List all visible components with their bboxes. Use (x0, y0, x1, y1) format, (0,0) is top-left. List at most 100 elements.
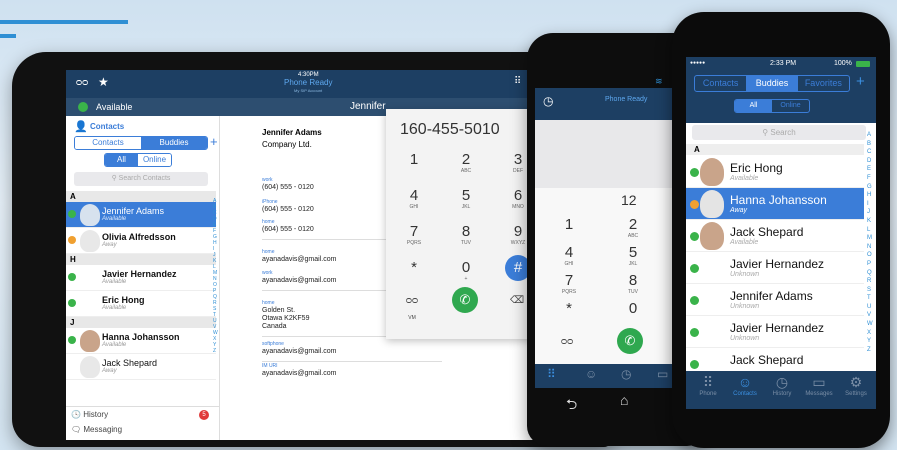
field-value[interactable]: Otawa K2KF59 (262, 315, 309, 322)
field-value[interactable]: (604) 555 - 0120 (262, 184, 314, 191)
alphabet-letter[interactable]: Y (867, 337, 873, 346)
alphabet-letter[interactable]: Z (867, 346, 873, 355)
contact-row[interactable]: Javier Hernandez Available (66, 265, 216, 291)
alphabet-letter[interactable]: D (867, 157, 873, 166)
messages-tab[interactable]: ▭ Messages (801, 373, 837, 397)
contact-row[interactable]: Jack Shepard Away (66, 354, 216, 380)
dial-key[interactable]: 1 (549, 216, 589, 233)
alphabet-letter[interactable]: G (867, 183, 873, 192)
contact-row[interactable]: Jack Shepard Available (686, 220, 864, 252)
alphabet-letter[interactable]: T (867, 294, 873, 303)
contacts-buddies-toggle[interactable]: Contacts Buddies (74, 136, 208, 150)
contact-row-selected[interactable]: Hanna Johansson Away (686, 188, 864, 220)
call-button[interactable]: ✆ (452, 287, 478, 313)
back-icon[interactable]: ⮌ (566, 394, 577, 418)
alphabet-letter[interactable]: A (867, 131, 873, 140)
dial-key[interactable]: 8 TUV (446, 223, 486, 246)
alphabet-letter[interactable]: S (867, 286, 873, 295)
dial-key[interactable]: 5 JKL (613, 244, 653, 267)
filter-all[interactable]: All (105, 154, 138, 166)
field-value[interactable]: Golden St. (262, 307, 295, 314)
alphabet-letter[interactable]: X (867, 329, 873, 338)
contact-row[interactable]: Javier Hernandez Unknown (686, 252, 864, 284)
dial-key[interactable]: 5 JKL (446, 187, 486, 210)
dial-key[interactable]: 7 PQRS (549, 272, 589, 295)
add-contact-icon[interactable]: + (856, 73, 865, 90)
alphabet-letter[interactable]: N (867, 243, 873, 252)
contact-row[interactable]: Olivia Alfredsson Away (66, 228, 216, 254)
dialpad-grid-icon[interactable]: ⠿ (514, 76, 521, 87)
tab-dialpad-icon[interactable]: ⠿ (547, 367, 556, 381)
add-contact-icon[interactable]: + (210, 134, 218, 149)
history-tab[interactable]: ◷ History (764, 373, 800, 397)
alphabet-letter[interactable]: E (867, 165, 873, 174)
dial-key[interactable]: 1 (394, 151, 434, 168)
all-online-filter[interactable]: All Online (104, 153, 172, 167)
tab-contacts[interactable]: Contacts (695, 76, 746, 91)
dial-key[interactable]: 7 PQRS (394, 223, 434, 246)
settings-tab[interactable]: ⚙ Settings (838, 373, 874, 397)
voicemail-button[interactable]: ᴑᴑ VM (394, 295, 430, 324)
alphabet-letter[interactable]: P (867, 260, 873, 269)
filter-online[interactable]: Online (138, 154, 171, 166)
dial-key[interactable]: 2 ABC (613, 216, 653, 239)
dial-key[interactable]: * (549, 300, 589, 317)
search-contacts-field[interactable]: ⚲ Search Contacts (74, 172, 208, 186)
dial-key[interactable]: 8 TUV (613, 272, 653, 295)
alphabet-letter[interactable]: J (867, 208, 873, 217)
alphabet-index[interactable]: ABCDEFGHIJKLMNOPQRSTUVWXYZ (213, 198, 218, 354)
iphone-search-field[interactable]: ⚲ Search (692, 125, 866, 140)
field-value[interactable]: ayanadavis@gmail.com (262, 348, 336, 355)
phone-tab[interactable]: ⠿ Phone (690, 373, 726, 397)
tab-messages-icon[interactable]: ▭ (657, 367, 668, 381)
field-value[interactable]: (604) 555 - 0120 (262, 206, 314, 213)
alphabet-letter[interactable]: V (867, 311, 873, 320)
home-icon[interactable]: ⌂ (620, 392, 628, 408)
dial-key[interactable]: 4 GHI (549, 244, 589, 267)
alphabet-letter[interactable]: U (867, 303, 873, 312)
voicemail-icon[interactable]: ᴑᴑ (76, 77, 88, 88)
android-call-button[interactable]: ✆ (617, 328, 643, 354)
voicemail-icon[interactable]: ᴑᴑ (561, 336, 573, 347)
alphabet-letter[interactable]: L (867, 226, 873, 235)
alphabet-letter[interactable]: Z (213, 348, 218, 354)
field-value[interactable]: ayanadavis@gmail.com (262, 370, 336, 377)
tab-contacts-icon[interactable]: ☺ (585, 367, 597, 381)
alphabet-letter[interactable]: F (867, 174, 873, 183)
alphabet-letter[interactable]: I (867, 200, 873, 209)
contact-row[interactable]: Eric Hong Available (686, 156, 864, 188)
alphabet-letter[interactable]: K (867, 217, 873, 226)
field-value[interactable]: ayanadavis@gmail.com (262, 277, 336, 284)
iphone-filter[interactable]: All Online (734, 99, 810, 113)
tab-buddies[interactable]: Buddies (746, 76, 798, 91)
star-icon[interactable]: ★ (98, 75, 109, 89)
backspace-icon[interactable]: ⌫ (510, 295, 524, 306)
alphabet-index[interactable]: ABCDEFGHIJKLMNOPQRSTUVWXYZ (867, 131, 873, 354)
messaging-nav-item[interactable]: 🗨 Messaging (66, 422, 219, 438)
dial-key[interactable]: 0 (613, 300, 653, 317)
contact-row[interactable]: Jennifer Adams Unknown (686, 284, 864, 316)
alphabet-letter[interactable]: H (867, 191, 873, 200)
filter-online[interactable]: Online (772, 100, 809, 112)
contacts-tab[interactable]: ☺ Contacts (727, 373, 763, 397)
tab-history-icon[interactable]: ◷ (621, 367, 631, 381)
iphone-contacts-tabs[interactable]: Contacts Buddies Favorites (694, 75, 850, 92)
contact-row[interactable]: Hanna Johansson Available (66, 328, 216, 354)
alphabet-letter[interactable]: M (867, 234, 873, 243)
contact-row[interactable]: Javier Hernandez Unknown (686, 316, 864, 348)
field-value[interactable]: (604) 555 - 0120 (262, 226, 314, 233)
alphabet-letter[interactable]: R (867, 277, 873, 286)
tab-buddies[interactable]: Buddies (141, 137, 207, 149)
field-value[interactable]: Canada (262, 323, 287, 330)
contact-row[interactable]: Eric Hong Available (66, 291, 216, 317)
alphabet-letter[interactable]: Q (867, 269, 873, 278)
history-nav-item[interactable]: 🕓 History 5 (66, 406, 219, 422)
dial-key[interactable]: * (394, 259, 434, 276)
alphabet-letter[interactable]: B (867, 140, 873, 149)
alphabet-letter[interactable]: C (867, 148, 873, 157)
dial-key[interactable]: 4 GHI (394, 187, 434, 210)
dial-key[interactable]: 2 ABC (446, 151, 486, 174)
field-value[interactable]: ayanadavis@gmail.com (262, 256, 336, 263)
tab-favorites[interactable]: Favorites (798, 76, 849, 91)
tab-contacts[interactable]: Contacts (75, 137, 141, 149)
